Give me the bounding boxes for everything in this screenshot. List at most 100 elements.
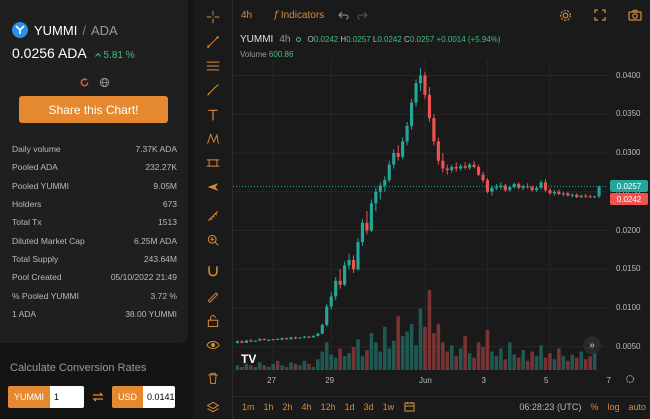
fullscreen-icon[interactable]	[594, 9, 606, 21]
volume-bar	[503, 359, 508, 370]
candle-body	[530, 187, 534, 191]
stat-row: Total Supply 243.64M	[12, 250, 177, 268]
volume-bar	[561, 356, 566, 370]
crosshair-icon[interactable]	[204, 8, 222, 26]
globe-icon[interactable]	[98, 76, 110, 88]
stat-value: 232.27K	[145, 162, 177, 173]
interval-selector[interactable]: 4h	[241, 10, 252, 21]
text-tool-icon[interactable]	[204, 106, 222, 124]
candle-body	[418, 75, 423, 84]
forecast-icon[interactable]	[204, 178, 222, 196]
chart-legend: YUMMI 4h O0.0242 H0.0257 L0.0242 C0.0257…	[240, 34, 501, 45]
indicators-button[interactable]: f Indicators	[274, 10, 324, 21]
settings-gear-icon[interactable]	[559, 9, 572, 22]
stat-value: 3.72 %	[150, 290, 177, 301]
pair-separator: /	[82, 22, 86, 38]
candle-body	[570, 194, 574, 196]
timeframe-1h[interactable]: 1h	[264, 402, 274, 412]
scroll-to-realtime-icon[interactable]: »	[583, 336, 601, 354]
log-toggle[interactable]: log	[607, 402, 619, 412]
timeframe-2h[interactable]: 2h	[283, 402, 293, 412]
timeframe-4h[interactable]: 4h	[302, 402, 312, 412]
from-currency-label: YUMMI	[8, 386, 50, 408]
to-amount-input[interactable]: 0.0141	[143, 386, 176, 408]
utc-clock[interactable]: 06:28:23 (UTC)	[519, 402, 581, 412]
volume-bar	[557, 348, 561, 370]
candle-body	[588, 196, 592, 198]
candle-body	[423, 75, 427, 95]
token-pair: YUMMI / ADA	[12, 22, 118, 38]
magnet-icon[interactable]	[204, 262, 222, 280]
candle-body	[302, 336, 306, 338]
candle-body	[463, 166, 467, 168]
auto-toggle[interactable]: auto	[628, 402, 646, 412]
volume-bar	[525, 360, 530, 370]
stat-row: Pooled YUMMI 9.05M	[12, 177, 177, 195]
volume-bar	[494, 356, 499, 370]
candle-body	[579, 195, 583, 198]
stat-label: Pooled YUMMI	[12, 180, 70, 191]
brush-icon[interactable]	[204, 81, 222, 99]
share-chart-button[interactable]: Share this Chart!	[19, 96, 168, 123]
timeframe-1m[interactable]: 1m	[242, 402, 255, 412]
candle-body	[392, 153, 396, 165]
price-axis[interactable]: 0.04000.03500.03000.02500.02000.01500.01…	[608, 60, 650, 370]
stat-row: Daily volume 7.37K ADA	[12, 140, 177, 158]
trash-icon[interactable]	[204, 369, 222, 387]
candle-body	[445, 168, 449, 171]
candle-body	[593, 196, 597, 198]
timeframe-1w[interactable]: 1w	[383, 402, 395, 412]
volume-bar	[476, 342, 481, 370]
conversion-title: Calculate Conversion Rates	[10, 362, 147, 374]
last-price-tag: 0.0257	[610, 180, 648, 193]
camera-icon[interactable]	[628, 9, 642, 21]
undo-icon[interactable]	[338, 11, 349, 20]
stat-label: Pool Created	[12, 272, 62, 283]
lock-icon[interactable]	[204, 312, 222, 330]
price-chart-plot[interactable]	[233, 60, 608, 370]
volume-bar	[365, 350, 369, 370]
eye-icon[interactable]	[204, 336, 222, 354]
timeframe-12h[interactable]: 12h	[321, 402, 336, 412]
volume-bar	[436, 323, 441, 370]
candle-body	[414, 83, 418, 103]
volume-bar	[583, 359, 588, 370]
lock-pencil-icon[interactable]	[204, 287, 222, 305]
calendar-icon[interactable]	[404, 401, 415, 412]
from-amount-input[interactable]: 1	[50, 386, 84, 408]
volume-bar	[405, 331, 409, 370]
ruler-icon[interactable]	[204, 207, 222, 225]
percent-toggle[interactable]: %	[590, 402, 598, 412]
layers-icon[interactable]	[204, 398, 222, 416]
stat-row: Holders 673	[12, 195, 177, 213]
candle-body	[267, 339, 271, 341]
trend-line-icon[interactable]	[204, 33, 222, 51]
volume-bar	[427, 290, 432, 370]
candle-body	[557, 191, 561, 195]
refresh-icon[interactable]	[78, 76, 90, 88]
timeframe-3d[interactable]: 3d	[364, 402, 374, 412]
volume-bar	[351, 346, 356, 370]
pattern-icon[interactable]	[204, 130, 222, 148]
redo-icon[interactable]	[357, 11, 368, 20]
time-axis[interactable]: 27 29 Jun 3 5 7	[233, 374, 635, 390]
chart-top-toolbar: 4h f Indicators	[233, 0, 650, 30]
volume-bar	[253, 366, 258, 370]
candle-body	[298, 337, 302, 339]
measure-icon[interactable]	[204, 154, 222, 172]
timeframe-1d[interactable]: 1d	[345, 402, 355, 412]
swap-icon[interactable]	[92, 391, 104, 403]
time-tick-label: 27	[267, 376, 277, 385]
stat-row: Diluted Market Cap 6.25M ADA	[12, 231, 177, 249]
price-tick-label: 0.0050	[616, 341, 641, 351]
axis-settings-icon[interactable]	[625, 374, 635, 387]
volume-bar	[579, 351, 583, 370]
candle-body	[454, 166, 458, 169]
price-row: 0.0256 ADA 5.81 %	[12, 45, 135, 61]
volume-bar	[534, 356, 539, 370]
candle-body	[262, 339, 266, 340]
yummi-logo-icon	[12, 22, 28, 38]
stat-label: Pooled ADA	[12, 162, 58, 173]
zoom-in-icon[interactable]	[204, 231, 222, 249]
horizontal-lines-icon[interactable]	[204, 57, 222, 75]
